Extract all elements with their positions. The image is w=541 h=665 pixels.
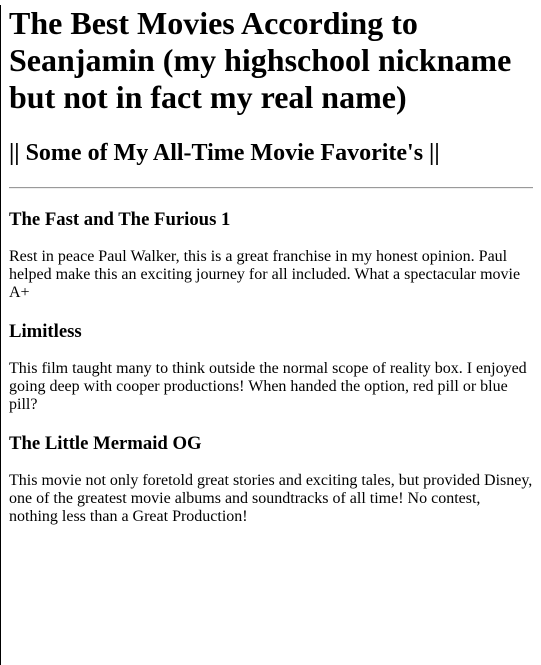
page-subtitle: || Some of My All-Time Movie Favorite's … — [9, 140, 440, 166]
page-content: The Best Movies According to Seanjamin (… — [1, 5, 541, 526]
movie-title: The Fast and The Furious 1 — [9, 209, 231, 230]
movie-description: Rest in peace Paul Walker, this is a gre… — [9, 248, 521, 301]
divider — [9, 187, 533, 189]
movie-title: The Little Mermaid OG — [9, 433, 202, 454]
movie-entry-little-mermaid: The Little Mermaid OG This movie not onl… — [9, 433, 533, 526]
movie-description: This movie not only foretold great stori… — [9, 472, 533, 525]
movie-description: This film taught many to think outside t… — [9, 360, 527, 413]
movie-entry-fast-and-furious: The Fast and The Furious 1 Rest in peace… — [9, 209, 533, 302]
movie-entry-limitless: Limitless This film taught many to think… — [9, 321, 533, 414]
movie-title: Limitless — [9, 321, 82, 342]
page-title: The Best Movies According to Seanjamin (… — [9, 5, 512, 115]
